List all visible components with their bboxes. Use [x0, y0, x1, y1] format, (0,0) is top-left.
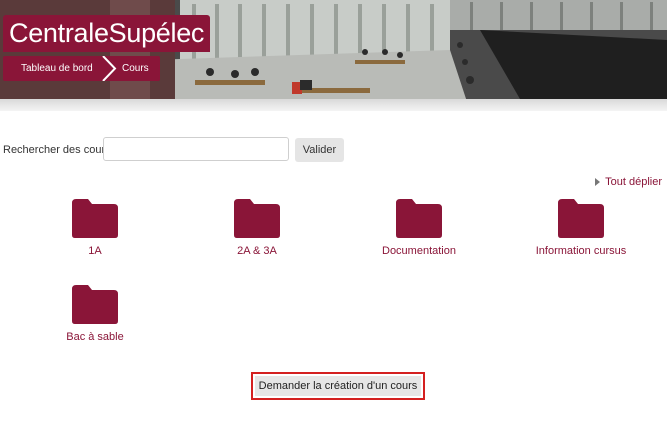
request-course-button[interactable]: Demander la création d'un cours	[255, 376, 421, 396]
breadcrumb-courses[interactable]: Cours	[122, 56, 149, 81]
category-2a-3a[interactable]: 2A & 3A	[187, 197, 327, 257]
folder-icon	[234, 199, 280, 238]
category-label: Information cursus	[535, 245, 627, 257]
breadcrumb: Tableau de bord Cours	[3, 56, 160, 81]
category-documentation[interactable]: Documentation	[349, 197, 489, 257]
folder-icon	[558, 199, 604, 238]
expand-all-link[interactable]: Tout déplier	[595, 176, 662, 188]
folder-icon	[72, 199, 118, 238]
folder-icon	[72, 285, 118, 324]
folder-icon	[396, 199, 442, 238]
breadcrumb-separator-icon	[102, 56, 117, 81]
header-banner: CentraleSupélec Tableau de bord Cours	[0, 0, 667, 111]
search-label: Rechercher des cours	[3, 144, 111, 156]
search-submit-button[interactable]: Valider	[295, 138, 344, 162]
expand-all-label: Tout déplier	[605, 176, 662, 188]
request-course-highlight: Demander la création d'un cours	[251, 372, 425, 400]
category-1a[interactable]: 1A	[25, 197, 165, 257]
breadcrumb-dashboard[interactable]: Tableau de bord	[21, 56, 93, 81]
site-logo[interactable]: CentraleSupélec	[3, 15, 211, 52]
category-label: 1A	[88, 245, 102, 257]
category-label: 2A & 3A	[237, 245, 277, 257]
category-information-cursus[interactable]: Information cursus	[511, 197, 651, 257]
category-label: Bac à sable	[66, 331, 124, 343]
expand-triangle-icon	[595, 178, 601, 186]
category-bac-a-sable[interactable]: Bac à sable	[25, 283, 165, 343]
banner-bottom-strip	[0, 99, 667, 111]
category-label: Documentation	[382, 245, 456, 257]
course-search-input[interactable]	[103, 137, 289, 161]
